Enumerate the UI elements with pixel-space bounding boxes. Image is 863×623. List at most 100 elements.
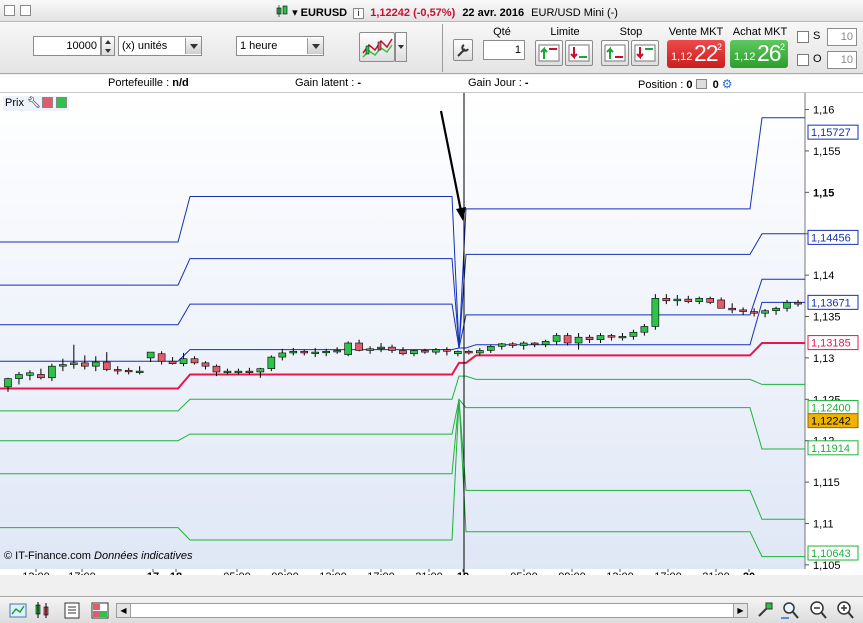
horizontal-scrollbar[interactable]: ◀ ▶ [116,603,748,618]
limit-label: Limite [550,26,580,38]
y-tick-label: 1,105 [813,560,841,572]
candle-body [421,350,429,353]
info-icon[interactable]: i [353,8,365,19]
window-minimize-button[interactable] [20,5,31,16]
candle-body [311,351,320,354]
add-panel-icon[interactable] [56,97,68,108]
buy-limit-button[interactable] [535,40,563,66]
indicator-dropdown[interactable] [395,32,407,62]
sell-market-button[interactable]: 1,12 22 2 [667,40,725,68]
candle-body [552,335,561,342]
unit-select-value: (x) unités [122,40,168,52]
y-tick-label: 1,16 [813,105,834,117]
buy-market-label: Achat MKT [732,26,788,38]
candle-body [223,370,232,373]
candle-body [15,374,23,379]
y-tick-label: 1,15 [813,187,834,199]
wrench-icon[interactable]: 🔧︎ [27,96,41,109]
candle-body [26,372,34,376]
quantity-input[interactable]: 10000 [33,36,101,56]
day-gain-label: Gain Jour : [468,77,522,89]
scroll-left-icon[interactable]: ◀ [117,604,131,617]
y-tick-label: 1,115 [813,477,840,489]
candle-icon [275,4,289,21]
price-axis-background [805,93,863,575]
position-value-secondary: 0 [712,79,719,91]
sell-limit-icon [568,44,590,62]
candle-body [146,351,155,359]
remove-panel-icon[interactable] [42,97,54,108]
candle-body [377,346,385,350]
candle-body [497,343,506,347]
candle-body [410,350,418,355]
buy-market-button[interactable]: 1,12 26 2 [730,40,788,68]
price-tag-label: 1,14456 [811,232,851,244]
objective-value-input[interactable]: 10 [827,51,857,69]
y-tick-label: 1,11 [813,518,834,530]
candle-body [289,350,298,354]
dropdown-arrow-icon[interactable]: ▾ [292,7,298,19]
chart-type-icon[interactable] [8,600,28,620]
position-detail-icon[interactable] [695,79,707,89]
price-chart[interactable]: 1,161,1551,151,1451,141,1351,131,1251,12… [0,93,863,575]
sell-limit-button[interactable] [565,40,593,66]
portfolio-info: Portefeuille : n/d [108,77,189,89]
candle-body [772,307,780,312]
zoom-in-icon[interactable] [835,600,855,620]
chart-indicator-button[interactable] [359,32,395,62]
y-tick-label: 1,155 [813,146,841,158]
x-tick-label: 13:00 [22,571,50,575]
candle-body [695,298,704,302]
objective-checkbox[interactable] [797,54,809,66]
buy-price-prefix: 1,12 [734,51,756,63]
x-tick-label: 13:00 [319,571,347,575]
position-label: Position : [638,79,684,91]
stop-checkbox[interactable] [797,31,809,43]
quantity-stepper[interactable] [101,36,115,56]
timeframe-select[interactable]: 1 heure [236,36,324,56]
candle-body [519,342,528,346]
wrench-button[interactable] [453,39,473,61]
candle-body [113,369,122,372]
order-quantity-input[interactable]: 1 [483,40,525,60]
zoom-fit-icon[interactable] [780,600,800,620]
date: 22 avr. 2016 [462,7,525,19]
unit-select[interactable]: (x) unités [118,36,202,56]
candle-body [322,350,330,354]
candlestick-icon[interactable] [33,600,53,620]
depth-table-icon[interactable] [90,600,110,620]
sell-market-label: Vente MKT [668,26,724,38]
price-tag-label: 1,13671 [811,297,851,309]
candle-body [596,335,605,340]
stop-value-input[interactable]: 10 [827,28,857,46]
x-tick-label: 17:00 [68,571,96,575]
candle-body [783,302,791,309]
x-tick-label: 17 [147,571,159,575]
chart-canvas[interactable]: 1,161,1551,151,1451,141,1351,131,1251,12… [0,93,863,575]
candle-body [355,342,363,351]
position-value: 0 [686,79,693,91]
price-tag-label: 1,12242 [811,416,851,428]
candle-body [794,302,802,305]
candle-body [651,298,660,327]
order-book-icon[interactable] [62,600,82,620]
candle-body [530,342,539,345]
candle-body [673,298,682,302]
x-tick-label: 13:00 [606,571,634,575]
chart-source-label: © IT-Finance.com Données indicatives [4,550,193,562]
buy-stop-button[interactable] [601,40,629,66]
candle-body [399,350,407,355]
y-tick-label: 1,13 [813,353,834,365]
scroll-right-icon[interactable]: ▶ [733,604,747,617]
candle-body [366,348,374,351]
buy-price-pips: 26 [757,40,782,66]
trading-app: ▾ EURUSD i 1,12242 (-0,57%) 22 avr. 2016… [0,0,863,623]
window-close-button[interactable] [4,5,15,16]
sell-stop-button[interactable] [631,40,659,66]
x-tick-label: 19 [457,571,469,575]
zoom-out-icon[interactable] [808,600,828,620]
candle-body [179,358,188,364]
scale-settings-icon[interactable] [755,600,775,620]
settings-gear-icon[interactable]: ⚙ [722,77,733,91]
portfolio-info-bar: Portefeuille : n/d Gain latent : - Gain … [0,75,863,93]
